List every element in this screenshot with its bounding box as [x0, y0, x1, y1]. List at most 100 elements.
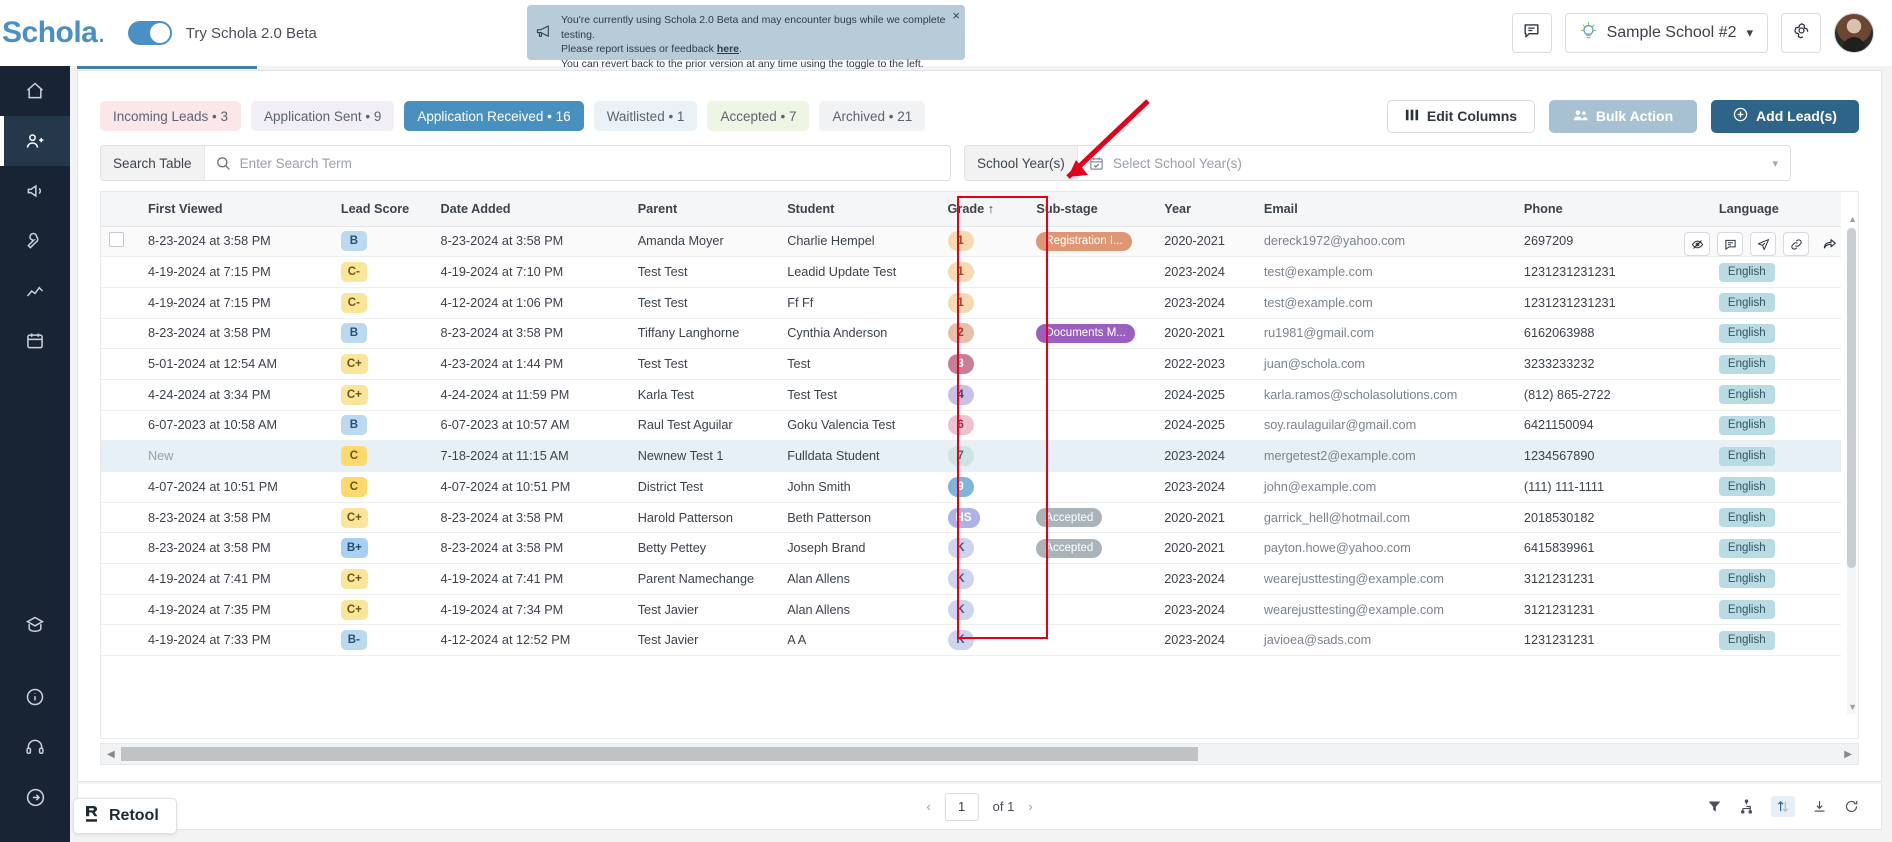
scroll-up-arrow-icon[interactable]: ▲ [1848, 214, 1857, 224]
column-header-student[interactable]: Student [779, 192, 940, 227]
table-row[interactable]: 4-19-2024 at 7:15 PM C- 4-12-2024 at 1:06 … [101, 287, 1841, 319]
nav-school-button[interactable] [0, 600, 70, 650]
row-checkbox-cell[interactable] [101, 563, 140, 595]
row-checkbox-cell[interactable] [101, 287, 140, 319]
cell-grade: K [939, 532, 1029, 565]
column-header-first-viewed[interactable]: First Viewed [140, 192, 333, 227]
nav-support-button[interactable] [0, 722, 70, 772]
row-checkbox-cell[interactable] [101, 532, 140, 565]
row-checkbox-cell[interactable] [101, 318, 140, 350]
refresh-icon[interactable] [1844, 799, 1859, 814]
schola-logo[interactable]: Schola. [0, 5, 106, 61]
table-row[interactable]: 4-19-2024 at 7:33 PM B- 4-12-2024 at 12:52… [101, 624, 1841, 657]
bulk-action-button[interactable]: Bulk Action [1549, 99, 1697, 133]
download-icon[interactable] [1812, 799, 1827, 814]
nav-tools-button[interactable] [0, 216, 70, 266]
edit-columns-button[interactable]: Edit Columns [1387, 99, 1535, 133]
language-badge: English [1718, 538, 1775, 558]
row-checkbox-cell[interactable] [101, 471, 140, 503]
tab-incoming-leads[interactable]: Incoming Leads • 3 [100, 101, 242, 131]
chat-icon-button[interactable] [1511, 13, 1552, 53]
tab-waitlisted[interactable]: Waitlisted • 1 [593, 101, 698, 131]
table-row[interactable]: 4-07-2024 at 10:51 PM C 4-07-2024 at 10:51… [101, 471, 1841, 503]
table-row[interactable]: 4-19-2024 at 7:35 PM C+ 4-19-2024 at 7:34 … [101, 594, 1841, 626]
note-icon[interactable] [1717, 232, 1743, 256]
filter-icon[interactable] [1707, 799, 1722, 814]
scroll-right-arrow-icon[interactable]: ▶ [1838, 749, 1858, 760]
nav-leads-button[interactable] [0, 116, 70, 166]
school-selector[interactable]: Sample School #2 ▾ [1564, 13, 1768, 53]
hide-icon[interactable] [1684, 232, 1710, 256]
row-checkbox-cell[interactable] [101, 410, 140, 442]
column-header-email[interactable]: Email [1255, 192, 1516, 227]
table-row[interactable]: 6-07-2023 at 10:58 AM B 6-07-2023 at 10:57… [101, 410, 1841, 442]
table-row[interactable]: 8-23-2024 at 3:58 PM C+ 8-23-2024 at 3:58 … [101, 502, 1841, 534]
sort-icon[interactable] [1771, 796, 1795, 817]
column-header-language[interactable]: Language [1710, 192, 1841, 227]
share-icon[interactable] [1816, 232, 1842, 256]
column-header-date-added[interactable]: Date Added [432, 192, 630, 227]
link-icon[interactable] [1783, 232, 1809, 256]
table-row[interactable]: 4-24-2024 at 3:34 PM C+ 4-24-2024 at 11:59… [101, 379, 1841, 411]
scroll-down-arrow-icon[interactable]: ▼ [1848, 702, 1857, 712]
prev-page-button[interactable]: ‹ [926, 799, 930, 814]
row-checkbox-cell[interactable] [101, 348, 140, 380]
row-checkbox-cell[interactable] [101, 594, 140, 626]
row-checkbox-cell[interactable] [101, 226, 140, 258]
nav-home-button[interactable] [0, 66, 70, 116]
table-row[interactable]: 8-23-2024 at 3:58 PM B+ 8-23-2024 at 3:58 … [101, 532, 1841, 565]
lead-score-badge: C+ [340, 568, 368, 589]
table-row[interactable]: 5-01-2024 at 12:54 AM C+ 4-23-2024 at 1:44… [101, 348, 1841, 380]
scroll-left-arrow-icon[interactable]: ◀ [101, 749, 121, 760]
school-year-input[interactable] [1112, 155, 1773, 171]
nav-info-button[interactable] [0, 672, 70, 722]
table-row[interactable]: New C 7-18-2024 at 11:15 AM Newnew Test 1 Fu… [101, 440, 1841, 472]
settings-icon-button[interactable] [1781, 13, 1821, 53]
row-checkbox[interactable] [109, 232, 124, 248]
table-horizontal-scrollbar[interactable]: ◀ ▶ [100, 743, 1859, 765]
row-checkbox-cell[interactable] [101, 256, 140, 288]
table-row[interactable]: 4-19-2024 at 7:41 PM C+ 4-19-2024 at 7:41 … [101, 563, 1841, 595]
add-leads-button[interactable]: Add Lead(s) [1711, 99, 1859, 133]
column-header-sub-stage[interactable]: Sub-stage [1028, 192, 1157, 227]
tab-archived[interactable]: Archived • 21 [819, 101, 926, 131]
retool-badge[interactable]: Retool [73, 798, 177, 834]
main-content-area: Incoming Leads • 3 Application Sent • 9 … [70, 66, 1892, 842]
table-row[interactable]: 4-19-2024 at 7:15 PM C- 4-19-2024 at 7:10 … [101, 256, 1841, 288]
nav-analytics-button[interactable] [0, 266, 70, 316]
user-avatar[interactable] [1834, 13, 1874, 53]
search-input[interactable] [239, 155, 950, 171]
table-vertical-scrollbar[interactable] [1847, 228, 1856, 714]
nav-announcements-button[interactable] [0, 166, 70, 216]
row-checkbox-cell[interactable] [101, 440, 140, 472]
column-header-grade[interactable]: Grade ↑ [939, 192, 1029, 227]
row-checkbox-cell[interactable] [101, 624, 140, 657]
feedback-link[interactable]: here [717, 43, 739, 55]
send-icon[interactable] [1750, 232, 1776, 256]
vertical-scroll-thumb[interactable] [1847, 228, 1856, 568]
beta-toggle[interactable] [127, 21, 172, 45]
column-header-parent[interactable]: Parent [629, 192, 780, 227]
row-checkbox-cell[interactable] [101, 379, 140, 411]
group-icon[interactable] [1739, 799, 1754, 814]
cell-grade: 1 [939, 226, 1029, 258]
tab-application-sent[interactable]: Application Sent • 9 [251, 101, 395, 131]
tab-accepted[interactable]: Accepted • 7 [707, 101, 810, 131]
column-header-phone[interactable]: Phone [1515, 192, 1711, 227]
row-checkbox-cell[interactable] [101, 502, 140, 534]
banner-close-icon[interactable]: × [952, 9, 960, 22]
select-all-header[interactable] [101, 192, 140, 227]
nav-calendar-button[interactable] [0, 316, 70, 366]
cell-student: A A [779, 624, 940, 657]
tab-application-received[interactable]: Application Received • 16 [404, 101, 584, 131]
column-header-year[interactable]: Year [1156, 192, 1256, 227]
table-row[interactable]: 8-23-2024 at 3:58 PM B 8-23-2024 at 3:58 P… [101, 318, 1841, 350]
page-number-input[interactable] [944, 792, 979, 821]
leads-table-container[interactable]: First Viewed Lead Score Date Added Paren… [100, 191, 1859, 739]
column-header-lead-score[interactable]: Lead Score [332, 192, 433, 227]
horizontal-scroll-thumb[interactable] [121, 747, 1198, 761]
table-row[interactable]: 8-23-2024 at 3:58 PM B 8-23-2024 at 3:58 P… [101, 226, 1841, 258]
next-page-button[interactable]: › [1028, 799, 1032, 814]
nav-logout-button[interactable] [0, 772, 70, 822]
school-year-chevron-down-icon[interactable]: ▾ [1772, 157, 1790, 170]
